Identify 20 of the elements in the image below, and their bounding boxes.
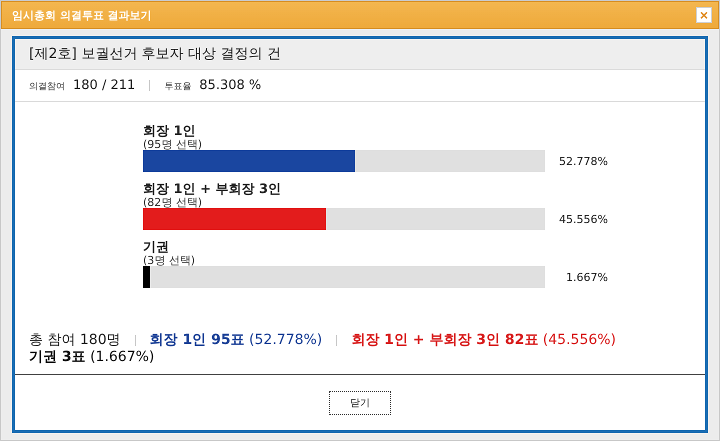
stat-value: 85.308 % — [199, 78, 262, 93]
agenda-title: [제2호] 보궐선거 후보자 대상 결정의 건 — [29, 45, 282, 63]
summary-text: 총 참여 180명 — [29, 332, 121, 349]
option-percent: 1.667% — [565, 270, 608, 284]
stat-value: 180 / 211 — [73, 78, 136, 93]
option-label: 회장 1인 — [143, 124, 197, 139]
option-count: (95명 선택) — [143, 139, 204, 150]
summary-text: 회장 1인 + 부회장 3인 82표 (45.556%) — [351, 332, 616, 349]
option-label: 회장 1인 + 부회장 3인 — [143, 182, 282, 197]
stat-label: 투표율 — [164, 81, 192, 93]
option-count: (82명 선택) — [143, 197, 204, 208]
window-title: 임시총회 의결투표 결과보기 — [12, 8, 152, 22]
option-label: 기권 — [143, 240, 170, 255]
close-dialog-button[interactable]: 닫기 — [329, 390, 391, 414]
summary-text: 회장 1인 95표 (52.778%) — [150, 332, 322, 349]
summary-text: 기권 3표 (1.667%) — [29, 349, 154, 366]
option-percent: 52.778% — [558, 154, 608, 168]
option-count: (3명 선택) — [143, 255, 196, 266]
stat-label: 의결참여 — [29, 81, 65, 93]
option-percent: 45.556% — [558, 212, 608, 226]
